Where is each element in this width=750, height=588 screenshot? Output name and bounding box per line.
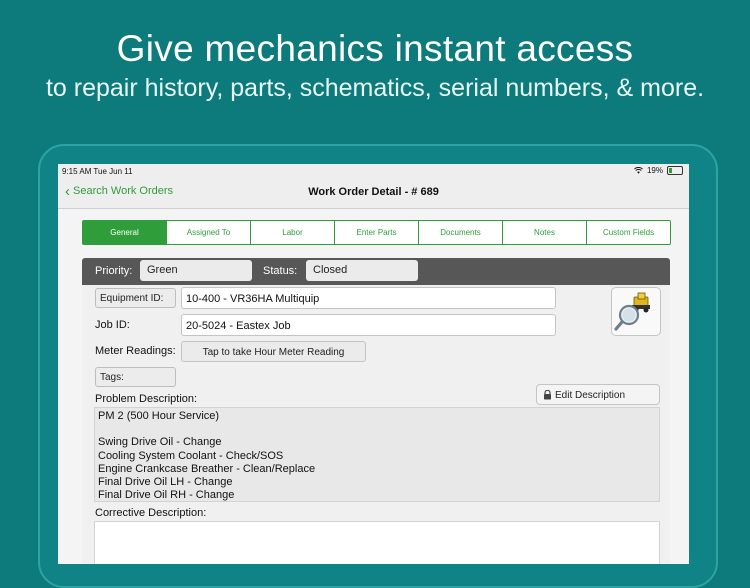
problem-line: Swing Drive Oil - Change — [98, 436, 222, 449]
status-bar: 9:15 AM Tue Jun 11 19% — [58, 164, 689, 178]
equipment-search-icon — [614, 292, 650, 331]
equipment-id-button[interactable]: Equipment ID: — [95, 288, 176, 308]
status-field[interactable]: Closed — [306, 260, 418, 281]
hour-meter-button[interactable]: Tap to take Hour Meter Reading — [181, 341, 366, 362]
tab-general[interactable]: General — [83, 221, 166, 244]
job-id-label: Job ID: — [95, 319, 130, 331]
priority-label: Priority: — [95, 265, 133, 277]
meter-readings-label: Meter Readings: — [95, 345, 176, 357]
battery-icon — [667, 166, 683, 175]
problem-line: Cooling System Coolant - Check/SOS — [98, 449, 284, 462]
job-id-field[interactable]: 20-5024 - Eastex Job — [181, 314, 556, 336]
promo-title: Give mechanics instant access — [116, 28, 634, 69]
promo-subtitle: to repair history, parts, schematics, se… — [45, 74, 705, 102]
edit-description-label: Edit Description — [555, 390, 626, 401]
status-right: 19% — [634, 166, 683, 175]
problem-line — [98, 423, 656, 436]
tab-enter-parts[interactable]: Enter Parts — [334, 221, 418, 244]
tab-documents[interactable]: Documents — [418, 221, 502, 244]
corrective-description-label: Corrective Description: — [95, 507, 207, 519]
navigation-bar: ‹ Search Work Orders Work Order Detail -… — [58, 178, 689, 209]
tags-button[interactable]: Tags: — [95, 367, 176, 387]
panel-header: Priority: Green Status: Closed — [82, 258, 670, 285]
tab-labor[interactable]: Labor — [250, 221, 334, 244]
app-screen: 9:15 AM Tue Jun 11 19% ‹ Search Work Ord… — [58, 164, 689, 564]
tab-custom-fields[interactable]: Custom Fields — [586, 221, 670, 244]
problem-line: Engine Crankcase Breather - Clean/Replac… — [98, 462, 316, 475]
tab-notes[interactable]: Notes — [502, 221, 586, 244]
equipment-lookup-button[interactable] — [611, 287, 661, 336]
edit-description-button[interactable]: Edit Description — [536, 384, 660, 405]
wifi-icon — [634, 167, 643, 174]
battery-percent: 19% — [646, 166, 663, 175]
corrective-description-field[interactable] — [94, 521, 660, 564]
priority-field[interactable]: Green — [140, 260, 252, 281]
tab-bar: General Assigned To Labor Enter Parts Do… — [82, 220, 671, 245]
status-label: Status: — [263, 265, 298, 277]
page-title: Work Order Detail - # 689 — [308, 186, 439, 198]
status-time: 9:15 AM Tue Jun 11 — [62, 167, 133, 176]
problem-description-label: Problem Description: — [95, 393, 198, 405]
problem-line: PM 2 (500 Hour Service) — [98, 410, 220, 422]
problem-line: Final Drive Oil LH - Change — [98, 475, 233, 488]
problem-line: Final Drive Oil RH - Change — [98, 489, 235, 502]
tab-assigned-to[interactable]: Assigned To — [166, 221, 250, 244]
problem-description-field[interactable]: PM 2 (500 Hour Service) Swing Drive Oil … — [94, 407, 660, 502]
equipment-id-field[interactable]: 10-400 - VR36HA Multiquip — [181, 287, 556, 309]
lock-icon — [544, 390, 551, 400]
